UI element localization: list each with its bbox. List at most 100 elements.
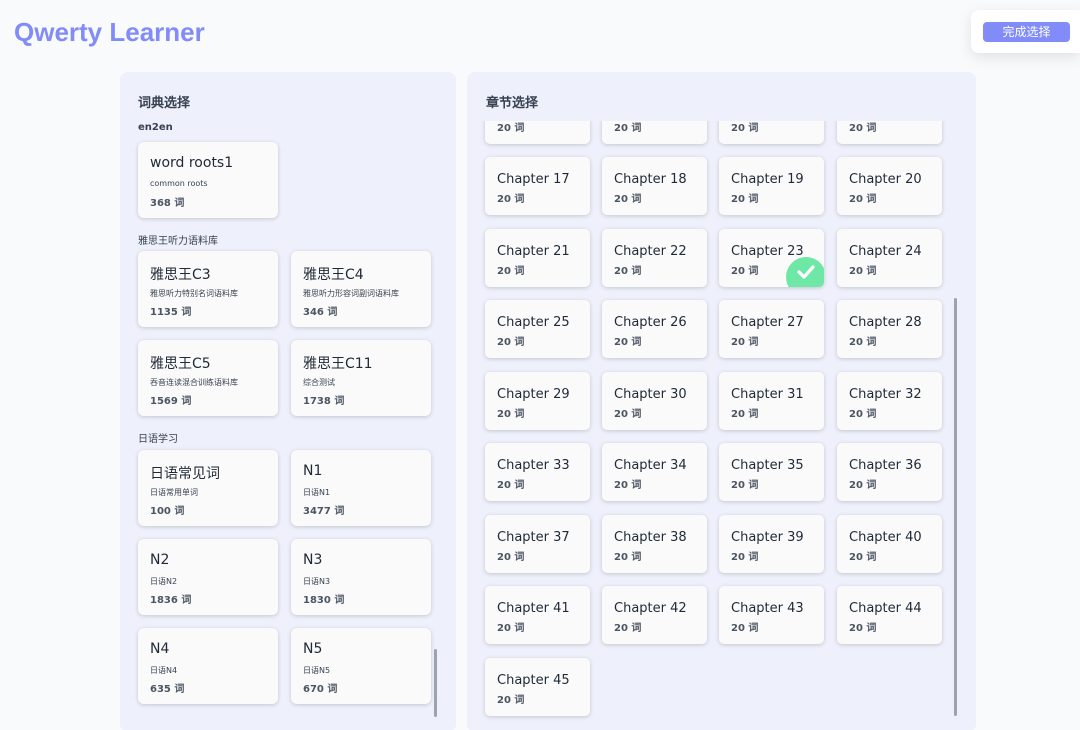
dict-name: 雅思王C5	[150, 356, 211, 372]
dict-count: 670 词	[303, 684, 338, 695]
chapter-card[interactable]: Chapter 44 20 词	[837, 586, 942, 644]
chapter-count: 20 词	[731, 337, 759, 348]
dict-count: 1135 词	[150, 307, 192, 318]
chapter-card[interactable]: Chapter 29 20 词	[485, 371, 590, 430]
dict-card[interactable]: 雅思王C4 雅思听力形容词副词语料库 346 词	[291, 251, 431, 327]
chapter-name: Chapter 44	[849, 601, 922, 616]
chapter-name: Chapter 17	[497, 172, 570, 187]
dict-count: 100 词	[150, 506, 185, 517]
dict-name: 雅思王C4	[303, 267, 364, 283]
chapter-card[interactable]: Chapter 26 20 词	[602, 300, 707, 358]
chapter-card[interactable]: Chapter 36 20 词	[837, 443, 942, 501]
chapter-name: Chapter 35	[731, 458, 804, 473]
chapter-card[interactable]: Chapter 21 20 词	[485, 228, 590, 287]
chapter-card[interactable]: Chapter 37 20 词	[485, 514, 590, 573]
chapter-count: 20 词	[614, 265, 642, 277]
chapter-name: Chapter 36	[849, 458, 922, 473]
chapter-grid[interactable]: 20 词 20 词 20 词 20 词 Chapter 17 20 词 Chapter 18…	[467, 121, 976, 730]
chapter-name: Chapter 19	[731, 172, 804, 187]
group-label-ielts: 雅思王听力语料库	[138, 236, 218, 247]
dict-card[interactable]: 日语常见词 日语常用单词 100 词	[138, 450, 278, 526]
finish-selection-button[interactable]: 完成选择	[983, 22, 1070, 42]
chapter-card[interactable]: Chapter 22 20 词	[602, 228, 707, 287]
chapter-card[interactable]: Chapter 40 20 词	[837, 514, 942, 573]
chapter-card[interactable]: Chapter 38 20 词	[602, 514, 707, 573]
chapter-count: 20 词	[849, 194, 877, 205]
chapter-card[interactable]: Chapter 43 20 词	[719, 586, 824, 644]
chapter-count: 20 词	[497, 337, 525, 348]
chapter-card[interactable]: Chapter 30 20 词	[602, 371, 707, 430]
chapter-card[interactable]: Chapter 27 20 词	[719, 300, 824, 358]
dict-count: 1830 词	[303, 595, 345, 606]
dict-name: N4	[150, 641, 170, 657]
chapter-card[interactable]: 20 词	[485, 121, 590, 144]
chapter-count: 20 词	[849, 551, 877, 563]
chapter-name: Chapter 20	[849, 172, 922, 187]
dictionary-list[interactable]: en2en word roots1 common roots 368 词 雅思王…	[120, 121, 456, 730]
chapter-card[interactable]: Chapter 33 20 词	[485, 443, 590, 501]
dict-card[interactable]: N5 日语N5 670 词	[291, 628, 431, 704]
dict-card[interactable]: N1 日语N1 3477 词	[291, 450, 431, 526]
chapter-card[interactable]: Chapter 32 20 词	[837, 371, 942, 430]
selected-check-icon	[786, 256, 824, 287]
chapter-card[interactable]: 20 词	[719, 121, 824, 144]
chapter-card[interactable]: Chapter 25 20 词	[485, 300, 590, 358]
dict-count: 1836 词	[150, 595, 192, 606]
chapter-name: Chapter 25	[497, 315, 570, 330]
chapter-count: 20 词	[614, 337, 642, 348]
chapter-name: Chapter 24	[849, 243, 922, 259]
chapter-count: 20 词	[497, 623, 525, 634]
chapter-card[interactable]: Chapter 20 20 词	[837, 157, 942, 215]
dict-name: word roots1	[150, 155, 234, 171]
chapter-card[interactable]: 20 词	[837, 121, 942, 144]
dict-card[interactable]: 雅思王C5 吞音连读混合训练语料库 1569 词	[138, 340, 278, 416]
dict-desc: 雅思听力特别名词语料库	[150, 289, 238, 298]
dict-count: 1569 词	[150, 396, 192, 407]
chapter-name: Chapter 18	[614, 172, 687, 187]
dict-count: 1738 词	[303, 396, 345, 407]
chapter-count: 20 词	[497, 694, 525, 706]
chapter-count: 20 词	[497, 551, 525, 563]
dict-desc: 吞音连读混合训练语料库	[150, 378, 238, 387]
chapter-count: 20 词	[849, 337, 877, 348]
chapter-card[interactable]: Chapter 28 20 词	[837, 300, 942, 358]
chapter-card[interactable]: Chapter 18 20 词	[602, 157, 707, 215]
chapter-card[interactable]: 20 词	[602, 121, 707, 144]
dict-desc: 日语N2	[150, 577, 178, 586]
dict-card[interactable]: N2 日语N2 1836 词	[138, 539, 278, 615]
chapter-card[interactable]: Chapter 24 20 词	[837, 228, 942, 287]
dict-card[interactable]: 雅思王C3 雅思听力特别名词语料库 1135 词	[138, 251, 278, 327]
chapter-name: Chapter 40	[849, 529, 922, 545]
dict-card[interactable]: word roots1 common roots 368 词	[138, 142, 278, 218]
chapter-card[interactable]: Chapter 31 20 词	[719, 371, 824, 430]
chapter-card[interactable]: Chapter 17 20 词	[485, 157, 590, 215]
dict-count: 3477 词	[303, 506, 345, 517]
chapter-name: Chapter 28	[849, 315, 922, 330]
chapter-card[interactable]: Chapter 34 20 词	[602, 443, 707, 501]
dict-card[interactable]: N4 日语N4 635 词	[138, 628, 278, 704]
app-logo: Qwerty Learner	[14, 17, 205, 47]
dict-desc: 综合测试	[303, 378, 335, 387]
dict-name: N3	[303, 552, 323, 568]
dictionary-scrollbar[interactable]	[434, 649, 437, 717]
chapter-card[interactable]: Chapter 41 20 词	[485, 586, 590, 644]
chapter-count: 20 词	[731, 408, 759, 420]
dict-card[interactable]: 雅思王C11 综合测试 1738 词	[291, 340, 431, 416]
chapter-card[interactable]: Chapter 19 20 词	[719, 157, 824, 215]
chapter-card[interactable]: Chapter 23 20 词	[719, 228, 824, 287]
dict-name: 日语常见词	[150, 466, 220, 482]
chapter-card[interactable]: Chapter 39 20 词	[719, 514, 824, 573]
chapter-name: Chapter 26	[614, 315, 687, 330]
chapter-name: Chapter 38	[614, 529, 687, 545]
chapter-panel-title: 章节选择	[486, 96, 539, 111]
chapter-name: Chapter 31	[731, 386, 804, 402]
group-label-japanese: 日语学习	[138, 434, 178, 445]
chapter-scrollbar[interactable]	[954, 298, 957, 716]
chapter-card[interactable]: Chapter 45 20 词	[485, 657, 590, 716]
dict-desc: 雅思听力形容词副词语料库	[303, 289, 399, 298]
chapter-card[interactable]: Chapter 35 20 词	[719, 443, 824, 501]
chapter-count: 20 词	[614, 122, 642, 134]
chapter-card[interactable]: Chapter 42 20 词	[602, 586, 707, 644]
chapter-count: 20 词	[731, 122, 759, 134]
dict-card[interactable]: N3 日语N3 1830 词	[291, 539, 431, 615]
